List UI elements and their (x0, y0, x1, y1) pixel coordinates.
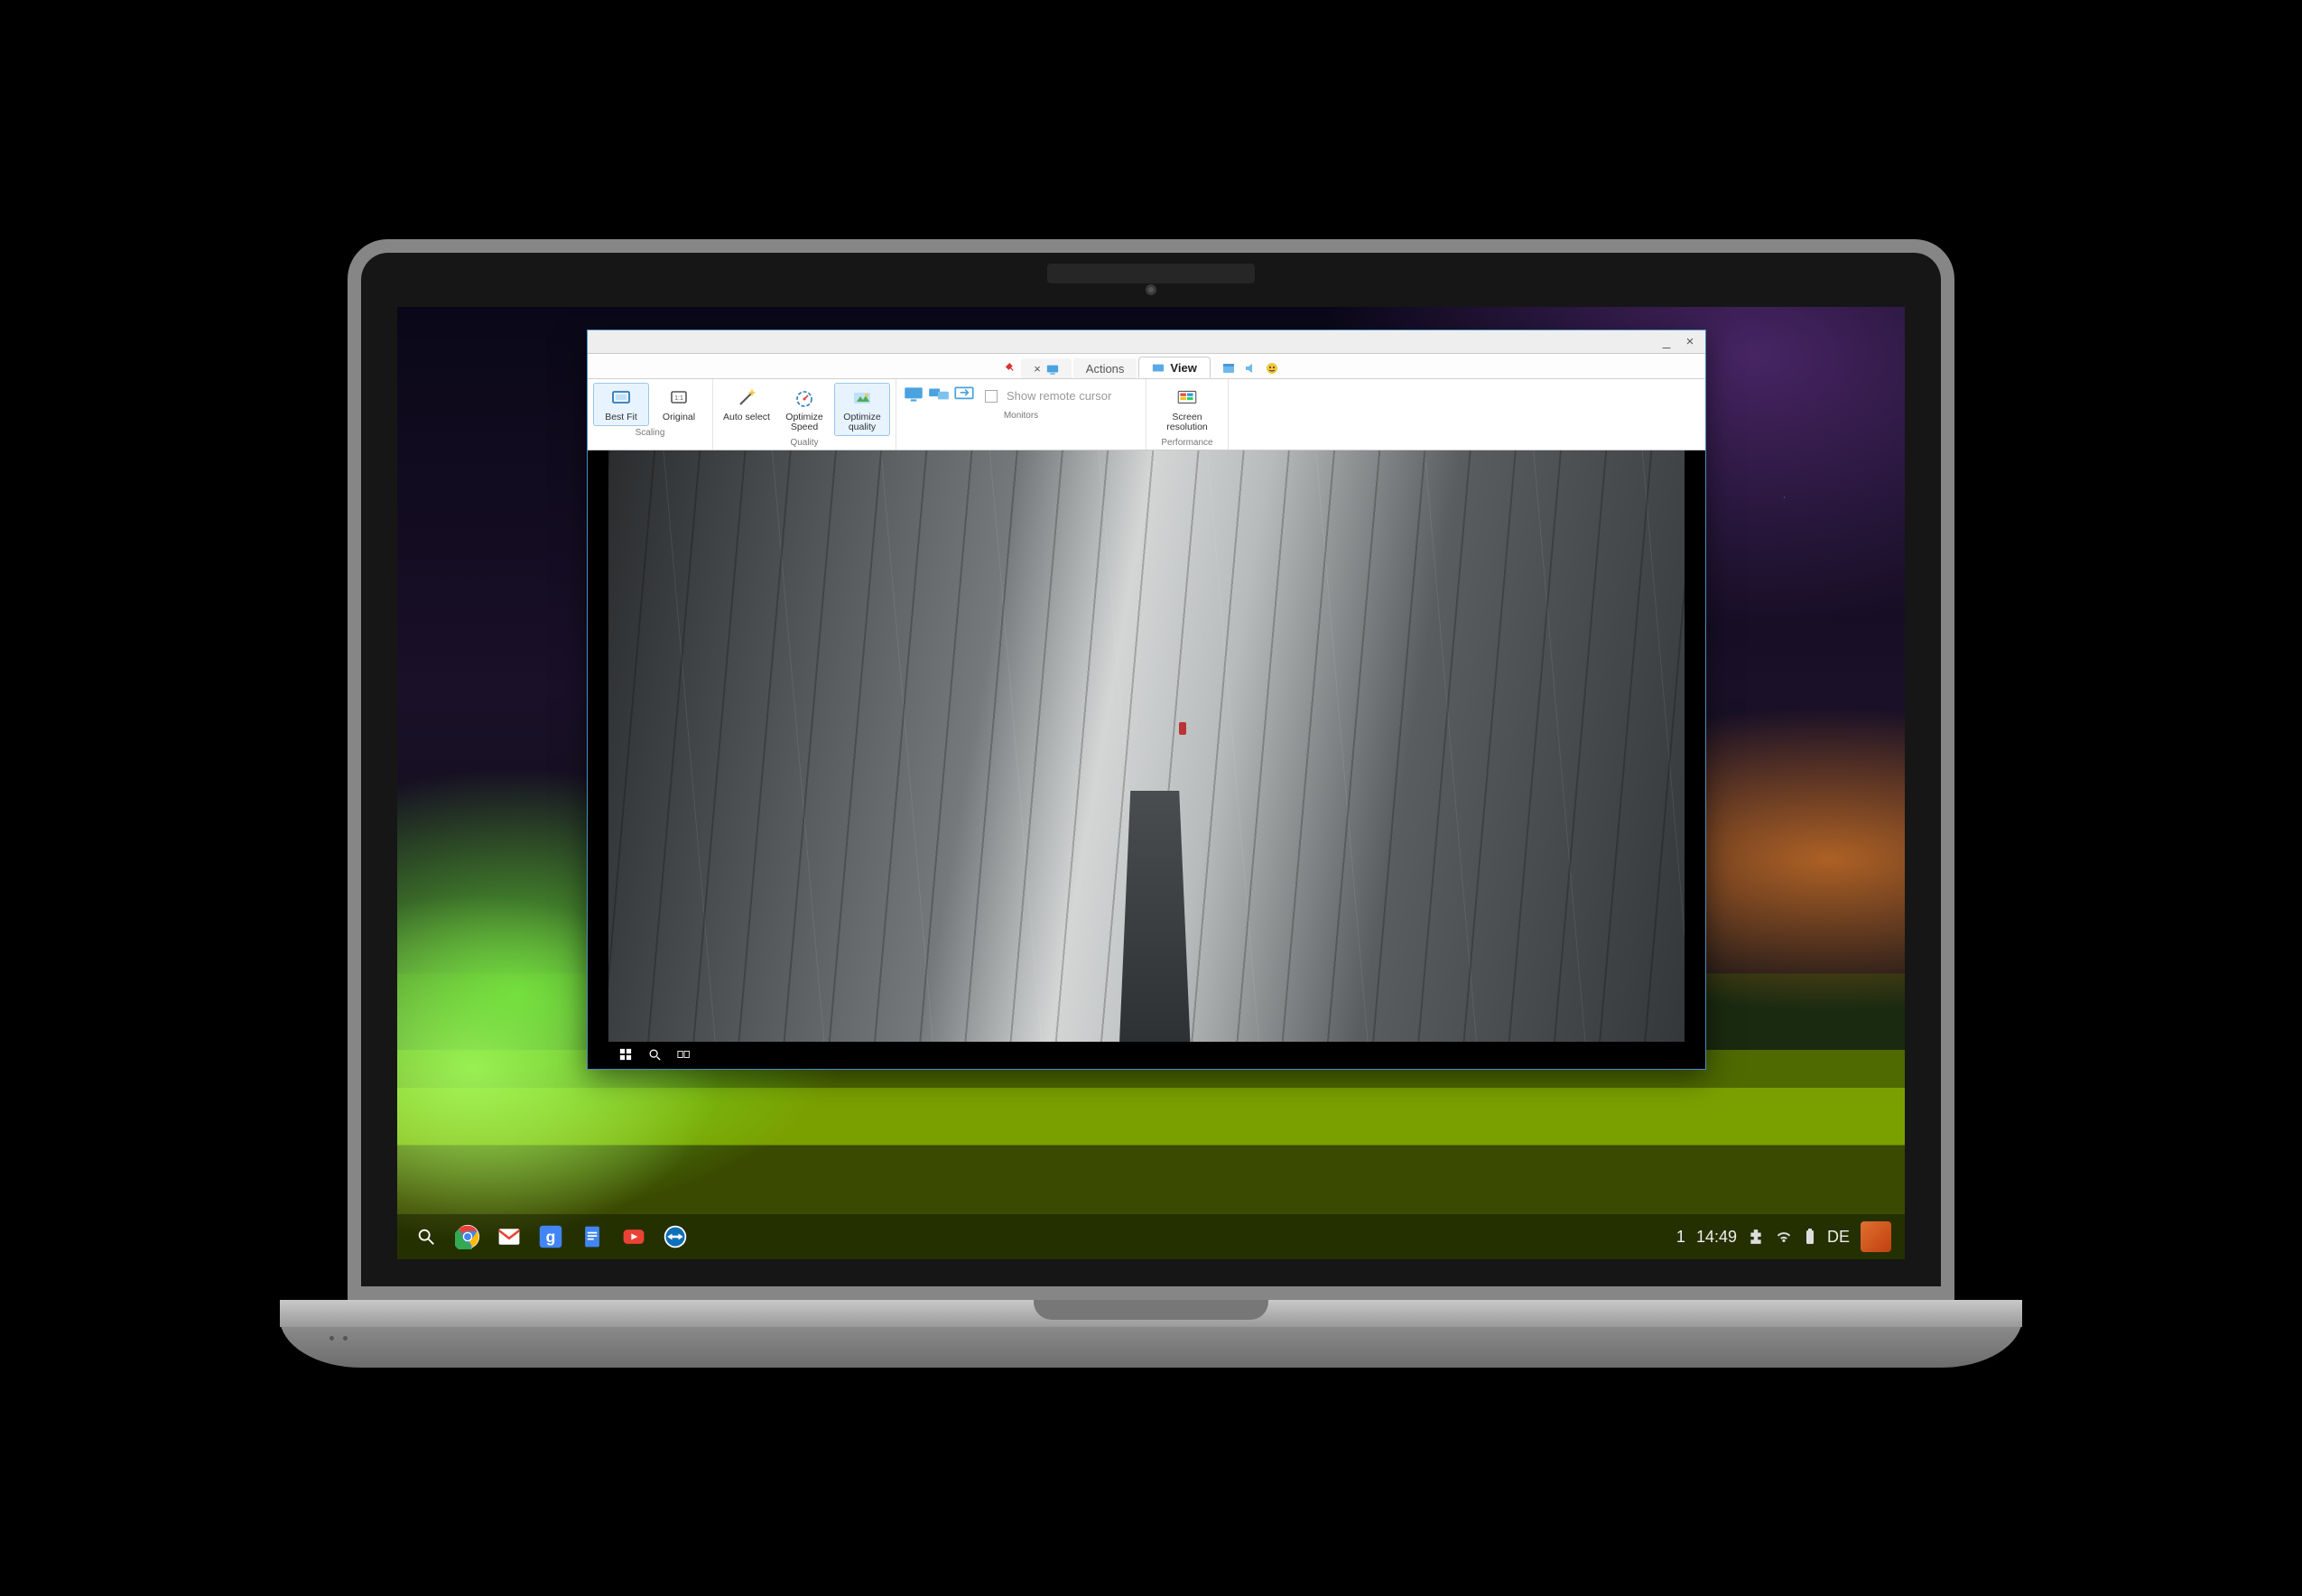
youtube-icon (621, 1224, 646, 1249)
chat-icon[interactable] (1265, 361, 1279, 378)
screen-resolution-label: Screen resolution (1155, 413, 1220, 432)
climber-icon (1179, 722, 1186, 735)
quality-icon (850, 386, 874, 410)
original-button[interactable]: 1:1 Original (651, 383, 707, 426)
pin-icon[interactable] (1005, 363, 1019, 378)
teamviewer-icon (663, 1224, 688, 1249)
show-remote-cursor-label: Show remote cursor (1007, 389, 1111, 403)
audio-icon[interactable] (1243, 361, 1258, 378)
remote-wallpaper-cliff (608, 450, 1685, 1069)
remote-windows-taskbar[interactable] (608, 1042, 1685, 1069)
scaling-group-label: Scaling (636, 428, 665, 438)
original-icon: 1:1 (667, 386, 691, 410)
window-titlebar[interactable]: _ × (588, 330, 1705, 354)
app-gmail[interactable] (494, 1221, 524, 1252)
google-icon: g (538, 1224, 563, 1249)
search-icon (416, 1227, 436, 1247)
monitor-switch-icon[interactable] (952, 383, 976, 409)
original-label: Original (663, 413, 695, 422)
window-close-button[interactable]: × (1680, 334, 1700, 350)
show-remote-cursor-toggle[interactable]: Show remote cursor (978, 389, 1140, 403)
app-chrome[interactable] (452, 1221, 483, 1252)
tab-actions-label: Actions (1086, 362, 1125, 376)
screen-resolution-button[interactable]: Screen resolution (1152, 383, 1222, 436)
ribbon-group-performance: Screen resolution Performance (1146, 379, 1229, 450)
app-google[interactable]: g (535, 1221, 566, 1252)
monitors-group-label: Monitors (1004, 411, 1038, 421)
laptop-base (280, 1300, 2022, 1368)
optimize-speed-label: Optimize Speed (779, 413, 830, 432)
optimize-quality-button[interactable]: Optimize quality (834, 383, 890, 436)
app-google-docs[interactable] (577, 1221, 608, 1252)
auto-select-button[interactable]: Auto select (719, 383, 775, 436)
remote-desktop-canvas[interactable] (588, 450, 1705, 1069)
gmail-icon (497, 1224, 522, 1249)
chromebook-shelf: g 1 14:49 DE (397, 1214, 1905, 1259)
ribbon-group-scaling: Best Fit 1:1 Original Scaling (588, 379, 713, 450)
performance-group-label: Performance (1161, 438, 1212, 448)
window-minimize-button[interactable]: _ (1657, 334, 1676, 350)
svg-text:g: g (546, 1228, 556, 1246)
view-tab-icon (1152, 362, 1165, 375)
tray-clock[interactable]: 14:49 (1696, 1228, 1737, 1247)
app-youtube[interactable] (618, 1221, 649, 1252)
best-fit-label: Best Fit (605, 413, 637, 422)
speaker-dots (330, 1336, 348, 1341)
toolbar-tabstrip: × Actions View (588, 354, 1705, 379)
view-ribbon: Best Fit 1:1 Original Scaling (588, 379, 1705, 450)
chrome-icon (455, 1224, 480, 1249)
app-teamviewer[interactable] (660, 1221, 691, 1252)
tray-extension-icon[interactable] (1748, 1229, 1764, 1245)
docs-icon (580, 1224, 605, 1249)
optimize-speed-button[interactable]: Optimize Speed (776, 383, 832, 436)
tray-notification-count[interactable]: 1 (1676, 1228, 1685, 1247)
ribbon-group-quality: Auto select Optimize Speed Optimize qual… (713, 379, 896, 450)
system-tray[interactable]: 1 14:49 DE (1676, 1221, 1891, 1252)
quality-group-label: Quality (790, 438, 818, 448)
session-icon (1046, 363, 1059, 376)
tray-language[interactable]: DE (1827, 1228, 1850, 1247)
best-fit-icon (609, 386, 633, 410)
remote-session-window[interactable]: _ × × Actions (587, 329, 1706, 1070)
monitor-all-icon[interactable] (927, 383, 951, 409)
speed-icon (793, 386, 816, 410)
camera-icon (1146, 284, 1156, 295)
battery-icon[interactable] (1804, 1228, 1816, 1246)
tabstrip-extra-icons (1212, 361, 1288, 378)
tab-close[interactable]: × (1021, 358, 1072, 378)
laptop-frame: _ × × Actions (280, 239, 2022, 1368)
hinge-notch (1034, 1300, 1268, 1320)
windows-start-icon[interactable] (619, 1048, 634, 1062)
checkbox-icon (985, 390, 998, 403)
wifi-icon[interactable] (1775, 1229, 1793, 1245)
task-view-icon[interactable] (677, 1048, 692, 1062)
chromebook-desktop: _ × × Actions (397, 307, 1905, 1259)
auto-select-label: Auto select (723, 413, 770, 422)
close-tab-glyph: × (1034, 362, 1041, 376)
tab-view-label: View (1170, 361, 1196, 375)
launcher-search-button[interactable] (411, 1221, 441, 1252)
tab-view[interactable]: View (1138, 357, 1210, 378)
user-avatar[interactable] (1861, 1221, 1891, 1252)
best-fit-button[interactable]: Best Fit (593, 383, 649, 426)
optimize-quality-label: Optimize quality (837, 413, 887, 432)
files-icon[interactable] (1221, 361, 1236, 378)
camera-bar (1047, 264, 1255, 283)
ribbon-group-monitors: Show remote cursor Monitors (896, 379, 1146, 450)
rock-pillar (1114, 791, 1195, 1069)
remote-search-icon[interactable] (648, 1048, 663, 1062)
wand-icon (735, 386, 758, 410)
resolution-icon (1175, 386, 1199, 410)
tab-actions[interactable]: Actions (1073, 358, 1137, 378)
monitor-primary-icon[interactable] (902, 383, 925, 409)
svg-text:1:1: 1:1 (674, 395, 683, 402)
